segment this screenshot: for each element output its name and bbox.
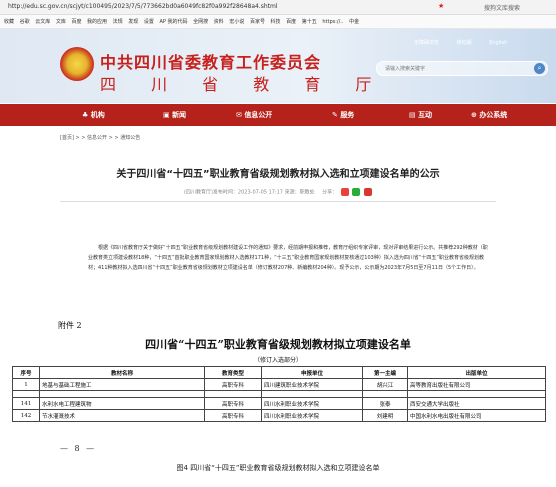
table-cell: 刘建明 [362, 409, 408, 422]
publish-info: (四川教育厅)发布时间：2023-07-05 17:17 来源：职教处 [184, 189, 315, 196]
article-title: 关于四川省“十四五”职业教育省级规划教材拟入选和立项建设名单的公示 [116, 169, 440, 180]
english-link[interactable]: English [489, 40, 507, 46]
bookmark-item[interactable]: 宏小说 [229, 18, 244, 25]
bookmark-item[interactable]: 法规 [113, 18, 123, 25]
table-header: 申报单位 [261, 366, 363, 379]
url-text[interactable]: http://edu.sc.gov.cn/scjyt/c100495/2023/… [8, 3, 278, 10]
table-cell: 142 [12, 409, 40, 422]
share-label: 分享： [322, 189, 338, 196]
bookmark-item[interactable]: 百度 [71, 18, 81, 25]
bookmark-item[interactable]: 我的应用 [87, 18, 107, 25]
document-subtitle: （修订入选部分） [253, 357, 302, 364]
bookmark-item[interactable]: 发现 [128, 18, 138, 25]
table-header: 第一主编 [362, 366, 408, 379]
table-header: 教材名称 [39, 366, 205, 379]
table-header-row: 序号 教材名称 教育类型 申报单位 第一主编 出版单位 [12, 366, 546, 379]
bookmarks-bar: 收藏 谷歌 云文库 文库 百度 我的应用 法规 发现 设置 AP 我的代码 全网… [0, 15, 556, 29]
table-cell: 高等教育出版社有限公司 [407, 378, 546, 391]
table-cell: 四川建筑职业技术学院 [261, 378, 363, 391]
table-row: 142 节水灌溉技术 高职专科 四川水利职业技术学院 刘建明 中国水利水电出版社… [12, 409, 546, 422]
textbook-table: 序号 教材名称 教育类型 申报单位 第一主编 出版单位 1 地基与基础工程施工 … [12, 366, 546, 422]
table-cell: 胡兴江 [362, 378, 408, 391]
table-gap-row [12, 390, 546, 398]
table-cell: 高职专科 [204, 378, 262, 391]
article-body: 根据《四川省教育厅关于做好“十四五”职业教育省级规划教材建设工作的通知》要求，经… [88, 245, 488, 271]
page-number: — 8 — [60, 444, 97, 453]
bookmark-item[interactable]: 谷歌 [20, 18, 30, 25]
qzone-share-icon[interactable] [363, 188, 372, 196]
table-cell: 高职专科 [204, 397, 262, 410]
mobile-link[interactable]: 移动版 [457, 40, 472, 46]
table-cell: 节水灌溉技术 [39, 409, 205, 422]
table-cell: 141 [12, 397, 40, 410]
table-cell: 张泰 [362, 397, 408, 410]
bookmark-item[interactable]: 文库 [56, 18, 66, 25]
bookmark-item[interactable]: 云文库 [35, 18, 50, 25]
site-banner: 中共四川省委教育工作委员会 四 川 省 教 育 厅 无障碍浏览 移动版 Engl… [0, 29, 556, 103]
table-cell: 高职专科 [204, 409, 262, 422]
weibo-share-icon[interactable] [340, 188, 349, 196]
figure-caption: 图4 四川省“十四五”职业教育省级规划教材拟入选和立项建设名单 [176, 464, 380, 472]
favorite-star-icon[interactable]: ★ [438, 2, 444, 10]
table-cell: 中国水利水电出版社有限公司 [407, 409, 546, 422]
nav-item-office[interactable]: ⊕ 办公系统 [471, 110, 507, 120]
table-cell: 四川水利职业技术学院 [261, 397, 363, 410]
article-meta: (四川教育厅)发布时间：2023-07-05 17:17 来源：职教处 分享： [0, 188, 556, 196]
bookmark-item[interactable]: 设置 [144, 18, 154, 25]
nav-item-news[interactable]: ▣ 新闻 [163, 110, 186, 120]
org-name: 中共四川省委教育工作委员会 [100, 53, 322, 72]
table-cell: 地基与基础工程施工 [39, 378, 205, 391]
national-emblem-icon [60, 47, 94, 81]
table-row: 141 水利水电工程建筑物 高职专科 四川水利职业技术学院 张泰 西安交通大学出… [12, 397, 546, 410]
bookmark-item[interactable]: 中金 [349, 18, 359, 25]
table-cell: 1 [12, 378, 40, 391]
dept-name: 四 川 省 教 育 厅 [100, 75, 387, 94]
bookmark-item[interactable]: 百家号 [250, 18, 265, 25]
table-cell: 西安交通大学出版社 [407, 397, 546, 410]
bookmark-item[interactable]: 收藏 [4, 18, 14, 25]
table-header: 教育类型 [204, 366, 262, 379]
main-nav: ♣ 机构 ▣ 新闻 ✉ 信息公开 ✎ 服务 ▤ 互动 ⊕ 办公系统 [0, 104, 556, 126]
bookmark-item[interactable]: 资料 [214, 18, 224, 25]
bookmark-item[interactable]: 第十五 [302, 18, 317, 25]
bookmark-item[interactable]: 百度 [286, 18, 296, 25]
search-icon[interactable]: ⌕ [534, 63, 545, 74]
nav-item-service[interactable]: ✎ 服务 [332, 110, 354, 120]
share-group: 分享： [322, 188, 372, 196]
bookmark-item[interactable]: AP 我的代码 [159, 18, 187, 25]
nav-item-agency[interactable]: ♣ 机构 [82, 110, 105, 120]
table-row: 1 地基与基础工程施工 高职专科 四川建筑职业技术学院 胡兴江 高等教育出版社有… [12, 378, 546, 391]
bookmark-item[interactable]: 科技 [271, 18, 281, 25]
wechat-share-icon[interactable] [352, 188, 361, 196]
table-cell: 四川水利职业技术学院 [261, 409, 363, 422]
bookmark-item[interactable]: 全网搜 [193, 18, 208, 25]
nav-item-info[interactable]: ✉ 信息公开 [236, 110, 272, 120]
attachment-label: 附件 2 [58, 321, 82, 330]
site-search-box[interactable]: 请输入搜索关键字 ⌕ [376, 61, 548, 76]
table-cell: 水利水电工程建筑物 [39, 397, 205, 410]
nav-item-interact[interactable]: ▤ 互动 [409, 110, 432, 120]
table-header: 出版单位 [407, 366, 546, 379]
table-header: 序号 [12, 366, 40, 379]
breadcrumb[interactable]: [首页] > > 信息公开 > > 通知公告 [60, 134, 140, 141]
accessibility-link[interactable]: 无障碍浏览 [414, 40, 439, 46]
search-input[interactable]: 请输入搜索关键字 [385, 65, 425, 72]
bookmark-item[interactable]: https://.. [322, 19, 343, 25]
browser-search[interactable]: 搜狗文库搜索 [484, 3, 520, 12]
divider [60, 201, 496, 202]
address-bar[interactable]: http://edu.sc.gov.cn/scjyt/c100495/2023/… [0, 0, 556, 15]
document-title: 四川省“十四五”职业教育省级规划教材拟立项建设名单 [145, 338, 411, 351]
top-links: 无障碍浏览 移动版 English [414, 39, 523, 46]
